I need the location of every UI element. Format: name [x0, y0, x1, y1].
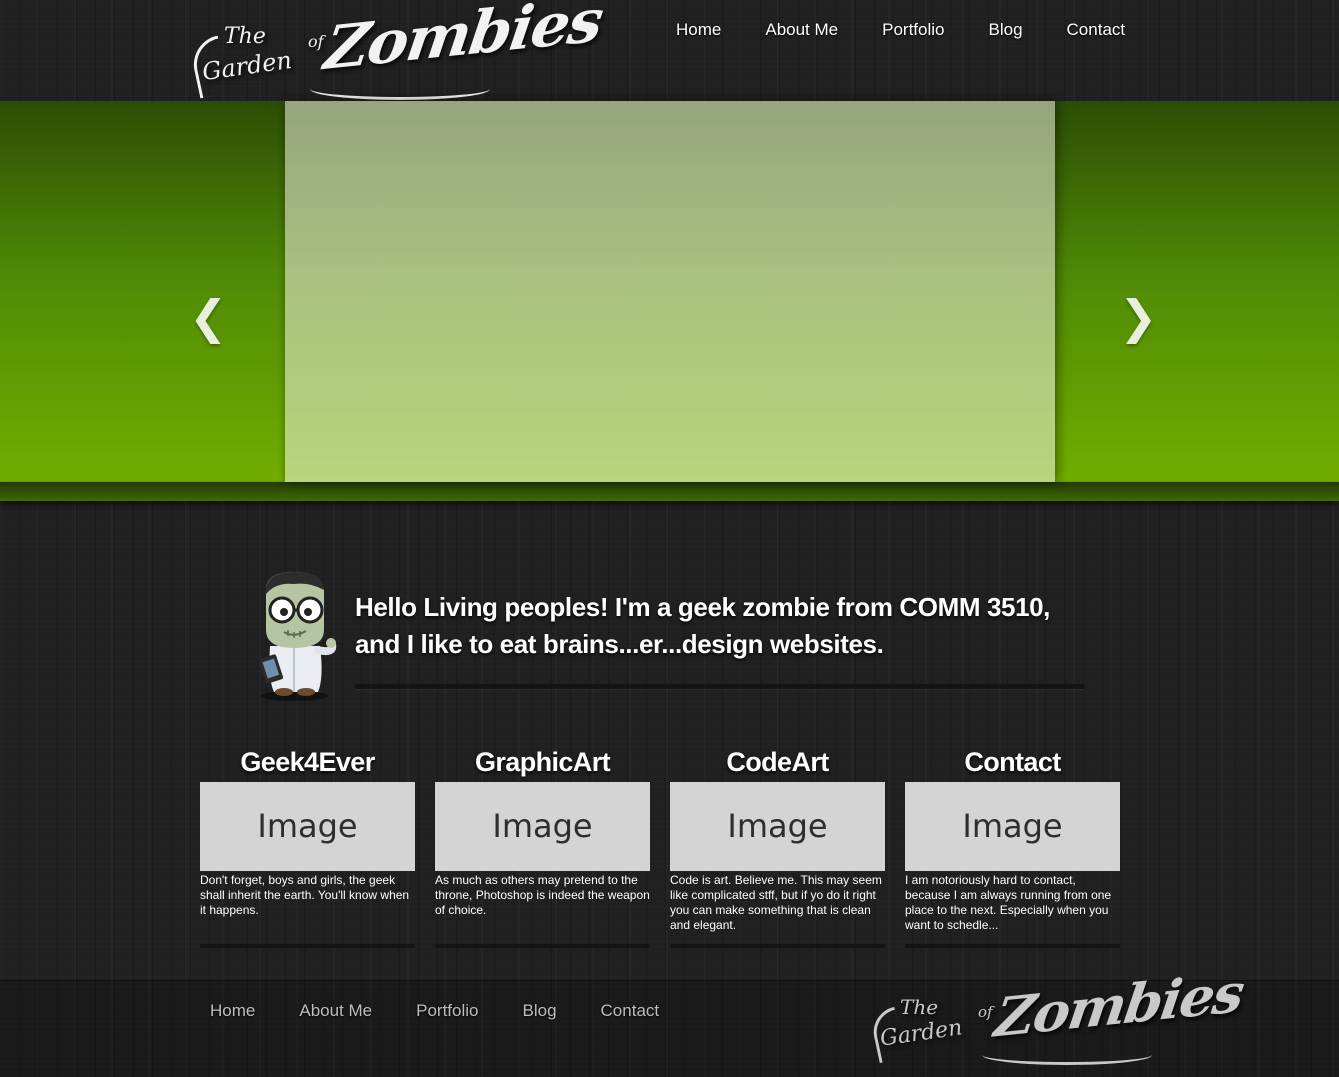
feature-description: Code is art. Believe me. This may seem l…	[670, 873, 882, 932]
logo-tail	[310, 78, 490, 100]
feature-title[interactable]: CodeArt	[670, 742, 885, 782]
feature-divider	[905, 944, 1120, 948]
feature-image-placeholder[interactable]: Image	[200, 782, 415, 871]
logo-zombies: Zombies	[990, 960, 1247, 1050]
nav-blog[interactable]: Blog	[989, 20, 1023, 40]
nav-portfolio[interactable]: Portfolio	[882, 20, 944, 40]
feature-title[interactable]: Geek4Ever	[200, 742, 415, 782]
feature-divider	[200, 944, 415, 948]
feature-image-placeholder[interactable]: Image	[670, 782, 885, 871]
feature-contact: Contact Image I am notoriously hard to c…	[905, 742, 1120, 948]
feature-graphicart: GraphicArt Image As much as others may p…	[435, 742, 650, 948]
site-logo[interactable]: The Garden of Zombies	[188, 0, 606, 110]
footer-nav-about-me[interactable]: About Me	[299, 1001, 372, 1021]
intro-heading: Hello Living peoples! I'm a geek zombie …	[355, 592, 1051, 659]
footer-logo[interactable]: The Garden of Zombies	[868, 961, 1247, 1073]
feature-image-placeholder[interactable]: Image	[435, 782, 650, 871]
feature-divider	[435, 944, 650, 948]
footer-nav-home[interactable]: Home	[210, 1001, 255, 1021]
feature-title[interactable]: GraphicArt	[435, 742, 650, 782]
nav-about-me[interactable]: About Me	[765, 20, 838, 40]
slide-panel[interactable]	[285, 101, 1055, 482]
site-header: The Garden of Zombies Home About Me Port…	[0, 0, 1339, 101]
footer-nav-contact[interactable]: Contact	[601, 1001, 660, 1021]
footer-nav: Home About Me Portfolio Blog Contact	[210, 1001, 659, 1021]
nav-home[interactable]: Home	[676, 20, 721, 40]
chevron-right-icon[interactable]: ❯	[1119, 292, 1158, 342]
feature-codeart: CodeArt Image Code is art. Believe me. T…	[670, 742, 885, 948]
feature-divider	[670, 944, 885, 948]
feature-image-placeholder[interactable]: Image	[905, 782, 1120, 871]
chevron-left-icon[interactable]: ❮	[189, 292, 228, 342]
feature-description: Don't forget, boys and girls, the geek s…	[200, 873, 410, 917]
logo-the: The	[224, 24, 266, 49]
feature-description: As much as others may pretend to the thr…	[435, 873, 650, 917]
footer-nav-portfolio[interactable]: Portfolio	[416, 1001, 478, 1021]
logo-of: of	[978, 1003, 993, 1021]
nav-contact[interactable]: Contact	[1067, 20, 1126, 40]
slider-bottom-strip	[0, 482, 1339, 501]
logo-the: The	[900, 995, 939, 1019]
logo-zombies: Zombies	[320, 0, 606, 84]
footer-nav-blog[interactable]: Blog	[523, 1001, 557, 1021]
feature-geek4ever: Geek4Ever Image Don't forget, boys and g…	[200, 742, 415, 948]
intro-divider	[355, 684, 1085, 689]
logo-tail	[982, 1045, 1152, 1065]
feature-description: I am notoriously hard to contact, becaus…	[905, 873, 1112, 932]
site-footer: Home About Me Portfolio Blog Contact The…	[0, 961, 1339, 1077]
feature-title[interactable]: Contact	[905, 742, 1120, 782]
logo-of: of	[308, 32, 324, 51]
zombie-avatar-icon	[258, 572, 337, 701]
main-nav: Home About Me Portfolio Blog Contact	[676, 20, 1125, 40]
